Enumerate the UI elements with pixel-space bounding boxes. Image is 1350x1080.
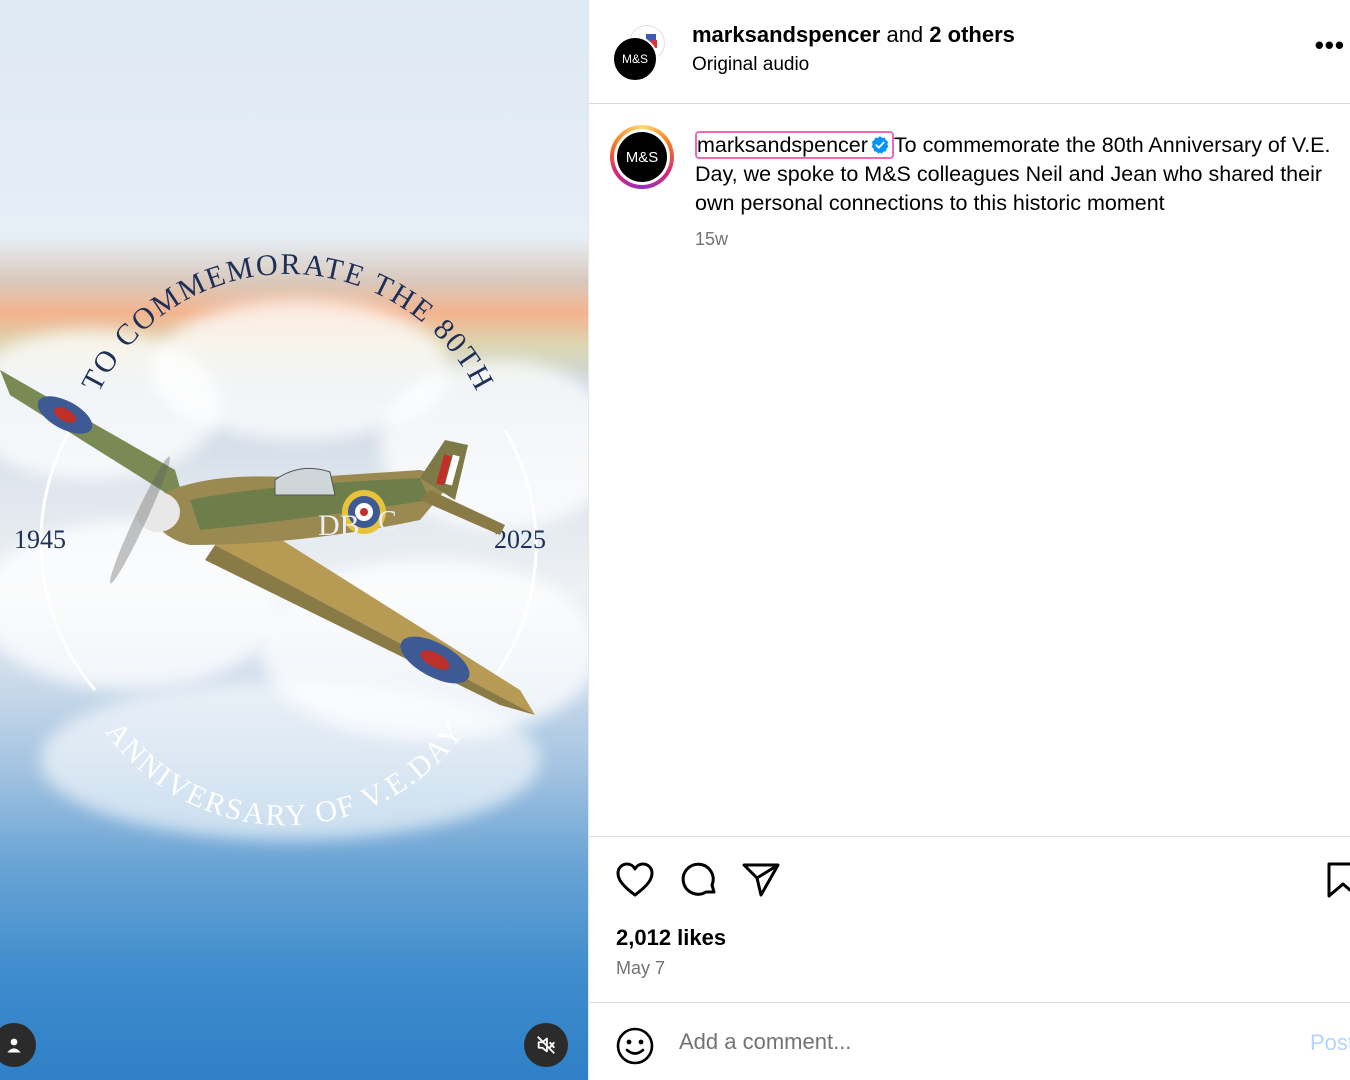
more-options-button[interactable]: •••	[1315, 30, 1345, 61]
comment-icon[interactable]	[677, 858, 721, 902]
emoji-icon[interactable]	[615, 1026, 655, 1066]
comment-divider	[589, 1002, 1350, 1003]
year-left: 1945	[14, 525, 66, 554]
more-icon: •••	[1314, 30, 1345, 60]
author-avatar[interactable]: M&S	[612, 36, 658, 82]
mute-icon	[537, 1036, 555, 1054]
arc-top-text: TO COMMEMORATE THE 80TH	[75, 248, 500, 397]
header-authors: marksandspencer and 2 others	[692, 22, 1015, 48]
header-joiner: and	[886, 22, 924, 47]
header-others[interactable]: 2 others	[929, 22, 1015, 47]
caption: marksandspencer To commemorate the 80th A…	[695, 131, 1340, 218]
mute-button[interactable]	[524, 1023, 568, 1067]
likes-count[interactable]: 2,012 likes	[616, 925, 726, 951]
bookmark-icon[interactable]	[1321, 858, 1350, 902]
caption-username[interactable]: marksandspencer	[695, 131, 894, 159]
spitfire-plane: DB C	[0, 370, 535, 715]
plane-code: DB	[318, 509, 360, 542]
post-comment-button[interactable]: Post	[1310, 1030, 1350, 1056]
heart-icon[interactable]	[613, 858, 657, 902]
actions-divider	[589, 836, 1350, 837]
post-media[interactable]: TO COMMEMORATE THE 80TH ANNIVERSARY OF V…	[0, 0, 588, 1080]
plane-letter: C	[378, 506, 397, 537]
header-username[interactable]: marksandspencer	[692, 22, 880, 47]
audio-label[interactable]: Original audio	[692, 54, 809, 76]
share-icon[interactable]	[739, 858, 783, 902]
commemoration-graphic: TO COMMEMORATE THE 80TH ANNIVERSARY OF V…	[0, 248, 546, 832]
arc-bottom-text: ANNIVERSARY OF V.E.DAY	[99, 715, 471, 832]
verified-icon	[871, 136, 889, 154]
post-date[interactable]: May 7	[616, 958, 665, 979]
caption-username-text[interactable]: marksandspencer	[697, 133, 868, 157]
user-tag-icon	[7, 1038, 21, 1053]
post-header: M&S marksandspencer and 2 others Origina…	[589, 0, 1350, 104]
caption-avatar[interactable]: M&S	[617, 132, 667, 182]
comment-input[interactable]	[679, 1029, 1279, 1055]
post-details-panel: M&S marksandspencer and 2 others Origina…	[588, 0, 1350, 1080]
post-age[interactable]: 15w	[695, 229, 728, 250]
